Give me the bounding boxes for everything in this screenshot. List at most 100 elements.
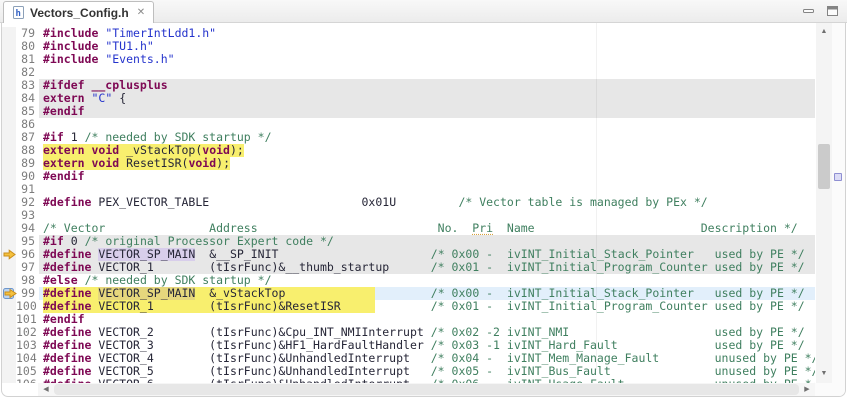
code-text[interactable]: #include "TimerIntLdd1.h"	[39, 27, 815, 40]
code-text[interactable]: #endif	[39, 105, 815, 118]
code-token: #define	[43, 261, 91, 274]
code-token: extern	[43, 157, 85, 170]
code-token	[396, 196, 458, 209]
code-token	[154, 300, 209, 313]
code-line: 81#include "Events.h"	[2, 53, 815, 66]
code-token	[410, 352, 431, 365]
code-line: 84extern "C" {	[2, 92, 815, 105]
code-token: (tIsrFunc)&HF1_HardFaultHandler	[209, 339, 424, 352]
code-token: /* 0x03 -1 ivINT_Hard_Fault used by PE *…	[431, 339, 805, 352]
code-text[interactable]: #endif	[39, 313, 815, 326]
code-token: /* 0x04 - ivINT_Mem_Manage_Fault unused …	[431, 352, 815, 365]
code-line: 96#define VECTOR_SP_MAIN &__SP_INIT /* 0…	[2, 248, 815, 261]
code-token: #endif	[43, 105, 85, 118]
code-token: (tIsrFunc)&ResetISR	[209, 300, 341, 313]
horizontal-scrollbar-thumb[interactable]	[54, 384, 799, 395]
code-text[interactable]: #endif	[39, 170, 815, 183]
vertical-scrollbar[interactable]: ▲ ▼	[816, 23, 832, 383]
code-line: 87#if 1 /* needed by SDK startup */	[2, 131, 815, 144]
code-token	[195, 287, 209, 300]
editor-pane: 79#include "TimerIntLdd1.h"80#include "T…	[1, 23, 846, 397]
svg-text:h: h	[16, 9, 21, 19]
annotation-ruler-cell	[2, 365, 16, 378]
occurrence-marker[interactable]	[834, 173, 842, 181]
annotation-ruler-cell	[2, 157, 16, 170]
code-token: "TimerIntLdd1.h"	[105, 27, 216, 40]
code-text[interactable]: extern void ResetISR(void);	[39, 157, 815, 170]
code-text[interactable]: #include "Events.h"	[39, 53, 815, 66]
code-text[interactable]: #define VECTOR_3 (tIsrFunc)&HF1_HardFaul…	[39, 339, 815, 352]
code-token: (tIsrFunc)&UnhandledInterrupt	[209, 352, 410, 365]
annotation-ruler-cell	[2, 339, 16, 352]
bookmark-arrow-icon[interactable]	[2, 287, 16, 300]
code-token: #endif	[43, 170, 85, 183]
print-margin-line	[596, 23, 597, 370]
code-text[interactable]	[39, 118, 815, 131]
code-text[interactable]: #define VECTOR_4 (tIsrFunc)&UnhandledInt…	[39, 352, 815, 365]
code-line: 95#if 0 /* original Processor Expert cod…	[2, 235, 815, 248]
maximize-view-icon[interactable]	[826, 5, 839, 17]
code-token: /* 0x00 - ivINT_Initial_Stack_Pointer us…	[431, 287, 805, 300]
vertical-scrollbar-thumb[interactable]	[818, 144, 830, 189]
code-text[interactable]: extern "C" {	[39, 92, 815, 105]
code-text[interactable]	[39, 209, 815, 222]
scroll-right-arrow-icon[interactable]: ▶	[800, 383, 814, 396]
code-token	[78, 274, 85, 287]
highlight-annotation: #define VECTOR_1 (tIsrFunc)&ResetISR	[43, 300, 375, 313]
code-token: #define	[43, 365, 91, 378]
scroll-up-arrow-icon[interactable]: ▲	[816, 25, 832, 39]
code-text[interactable]: #if 1 /* needed by SDK startup */	[39, 131, 815, 144]
code-text[interactable]: #if 0 /* original Processor Expert code …	[39, 235, 815, 248]
code-line: 91	[2, 183, 815, 196]
code-line: 104#define VECTOR_4 (tIsrFunc)&Unhandled…	[2, 352, 815, 365]
editor-tab-bar: h Vectors_Config.h ✕	[0, 0, 847, 23]
code-text[interactable]: #define VECTOR_SP_MAIN &__SP_INIT /* 0x0…	[39, 248, 815, 261]
horizontal-scrollbar[interactable]: ◀ ▶	[38, 383, 815, 396]
code-text[interactable]: #define VECTOR_1 (tIsrFunc)&__thumb_star…	[39, 261, 815, 274]
line-number[interactable]: 106	[16, 378, 39, 383]
code-text[interactable]: #ifdef __cplusplus	[39, 79, 815, 92]
scroll-left-arrow-icon[interactable]: ◀	[39, 383, 53, 396]
code-text[interactable]: #define PEX_VECTOR_TABLE 0x01U /* Vector…	[39, 196, 815, 209]
tab-close-icon[interactable]: ✕	[137, 7, 145, 18]
minimize-view-icon[interactable]	[802, 5, 815, 17]
code-text[interactable]: #include "TU1.h"	[39, 40, 815, 53]
code-line: 97#define VECTOR_1 (tIsrFunc)&__thumb_st…	[2, 261, 815, 274]
code-token: "C"	[91, 92, 112, 105]
code-line: 85#endif	[2, 105, 815, 118]
code-text[interactable]: /* Vector Address No. Pri Name Descripti…	[39, 222, 815, 235]
code-token: VECTOR_3	[91, 339, 153, 352]
annotation-ruler-cell	[2, 300, 16, 313]
code-line: 89extern void ResetISR(void);	[2, 157, 815, 170]
code-token: /* 0x05 - ivINT_Bus_Fault unused by PE *…	[431, 365, 815, 378]
code-token: #define	[43, 300, 91, 313]
code-token: void	[91, 144, 119, 157]
code-text[interactable]	[39, 66, 815, 79]
code-token: #include	[43, 27, 98, 40]
editor-tab[interactable]: h Vectors_Config.h ✕	[3, 1, 154, 23]
code-token: "Events.h"	[105, 53, 174, 66]
scroll-down-arrow-icon[interactable]: ▼	[816, 367, 832, 381]
code-token: );	[230, 144, 244, 157]
code-token: 0x01U	[362, 196, 397, 209]
code-token: /* needed by SDK startup */	[85, 131, 272, 144]
code-line: 80#include "TU1.h"	[2, 40, 815, 53]
code-text[interactable]: #define VECTOR_2 (tIsrFunc)&Cpu_INT_NMII…	[39, 326, 815, 339]
code-token: VECTOR_2	[91, 326, 153, 339]
code-token: #define	[43, 248, 91, 261]
code-text[interactable]: #define VECTOR_5 (tIsrFunc)&UnhandledInt…	[39, 365, 815, 378]
annotation-ruler-cell	[2, 53, 16, 66]
last-edit-location-arrow-icon[interactable]	[2, 248, 16, 261]
code-text[interactable]: #define VECTOR_1 (tIsrFunc)&ResetISR /* …	[39, 300, 815, 313]
code-token: &__SP_INIT	[209, 248, 278, 261]
code-token	[154, 261, 209, 274]
code-token: /* 0x01 - ivINT_Initial_Program_Counter …	[431, 300, 805, 313]
code-text[interactable]	[39, 183, 815, 196]
code-text[interactable]: #else /* needed by SDK startup */	[39, 274, 815, 287]
code-text[interactable]: extern void _vStackTop(void);	[39, 144, 815, 157]
code-token	[375, 300, 430, 313]
code-token: #ifdef __cplusplus	[43, 79, 168, 92]
code-token: #define	[43, 352, 91, 365]
code-text[interactable]: #define VECTOR_SP_MAIN &_vStackTop /* 0x…	[39, 287, 815, 300]
header-file-icon: h	[12, 5, 25, 20]
